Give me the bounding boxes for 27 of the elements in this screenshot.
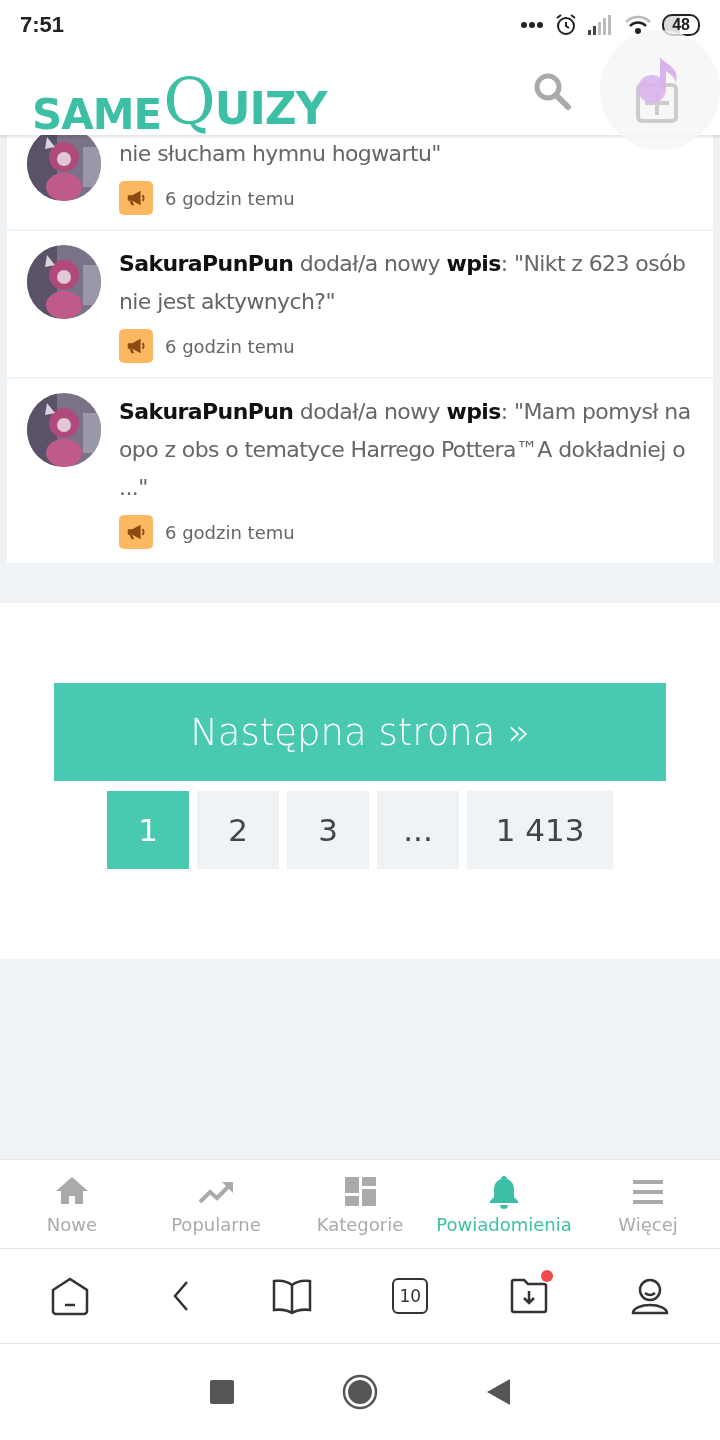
feed-entry-text: nie słucham hymnu hogwartu": [119, 140, 442, 168]
page-button[interactable]: 1 413: [467, 791, 613, 869]
feed-card[interactable]: SakuraPunPun dodał/a nowy wpis: "Nikt z 623 osób nie jest aktywnych?" 6 godzin temu: [7, 231, 713, 377]
more-icon: [520, 21, 545, 29]
wifi-icon: [624, 15, 653, 35]
page-button[interactable]: ...: [377, 791, 459, 869]
tabs-button[interactable]: 10: [392, 1278, 429, 1314]
page-button[interactable]: 3: [287, 791, 369, 869]
book-icon[interactable]: [271, 1276, 312, 1316]
megaphone-icon: [119, 181, 153, 215]
home-icon[interactable]: [50, 1276, 91, 1316]
feed-card[interactable]: SakuraPunPun dodał/a nowy wpis: "Mam pomysł na opo z obs o tematyce Harrego Pottera™A dokładniej o ..." 6 godzin temu: [7, 379, 713, 563]
feed-entry-text: SakuraPunPun dodał/a nowy wpis: "Nikt z 623 osób nie jest aktywnych?": [119, 250, 687, 316]
entry-time: 6 godzin temu: [165, 335, 295, 357]
home-button-icon[interactable]: [342, 1374, 378, 1410]
entry-time: 6 godzin temu: [165, 521, 295, 543]
entry-time: 6 godzin temu: [165, 187, 295, 209]
page-button[interactable]: 2: [197, 791, 279, 869]
download-folder-icon[interactable]: [508, 1276, 549, 1316]
back-icon[interactable]: [486, 1379, 510, 1405]
feed-card[interactable]: nie słucham hymnu hogwartu" 6 godzin temu: [7, 135, 713, 229]
feed-entry-text: SakuraPunPun dodał/a nowy wpis: "Mam pomysł na opo z obs o tematyce Harrego Pottera™A dokładniej o ...": [119, 398, 692, 502]
profile-icon[interactable]: [629, 1276, 670, 1316]
battery-level: 48: [662, 14, 700, 36]
megaphone-icon: [119, 329, 153, 363]
status-time: 7:51: [20, 12, 65, 38]
megaphone-icon: [119, 515, 153, 549]
